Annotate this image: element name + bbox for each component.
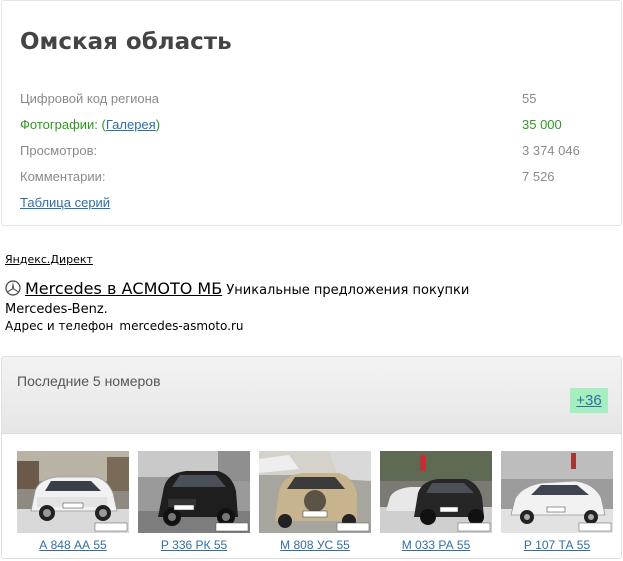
- plate-number-link[interactable]: Р 336 РК 55: [138, 538, 250, 552]
- stat-label: Цифровой код региона: [20, 91, 159, 106]
- plate-item[interactable]: Р 336 РК 55: [138, 451, 250, 552]
- stat-value: 35 000: [522, 117, 562, 132]
- series-table-link[interactable]: Таблица серий: [20, 195, 110, 210]
- page-title: Омская область: [20, 29, 232, 55]
- latest-title: Последние 5 номеров: [17, 373, 161, 389]
- stat-label: Просмотров:: [20, 143, 98, 158]
- stat-label-suffix: ): [155, 117, 161, 132]
- plate-number-link[interactable]: Р 107 ТА 55: [501, 538, 613, 552]
- latest-header: Последние 5 номеров +36: [2, 357, 621, 434]
- latest-plates-card: Последние 5 номеров +36 А 848 АА 55 Р 33…: [1, 356, 622, 559]
- mercedes-star-icon: [5, 280, 21, 296]
- plate-item[interactable]: М 033 РА 55: [380, 451, 492, 552]
- region-card: Омская область Цифровой код региона 55 Ф…: [1, 0, 622, 226]
- plate-number-link[interactable]: М 033 РА 55: [380, 538, 492, 552]
- plate-number-link[interactable]: М 808 УС 55: [259, 538, 371, 552]
- ad-line: Mercedes в АСМОТО МБ Уникальные предложе…: [5, 279, 525, 319]
- car-photo[interactable]: [138, 451, 250, 533]
- more-plates-button[interactable]: +36: [570, 388, 608, 413]
- car-photo[interactable]: [380, 451, 492, 533]
- car-photo[interactable]: [501, 451, 613, 533]
- car-photo[interactable]: [17, 451, 129, 533]
- ad-title-link[interactable]: Mercedes в АСМОТО МБ: [25, 279, 222, 298]
- stat-value: 3 374 046: [522, 143, 580, 158]
- ad-contacts-label[interactable]: Адрес и телефон: [5, 319, 113, 333]
- gallery-link[interactable]: Галерея: [106, 117, 156, 132]
- stat-region-code: Цифровой код региона 55: [20, 91, 600, 109]
- stat-label: Фотографии: (: [20, 117, 106, 132]
- ad-site-link[interactable]: mercedes-asmoto.ru: [119, 319, 243, 333]
- ad-contacts: Адрес и телефон mercedes-asmoto.ru: [5, 319, 244, 333]
- car-photo[interactable]: [259, 451, 371, 533]
- stat-photos: Фотографии: (Галерея) 35 000: [20, 117, 600, 135]
- stat-comments: Комментарии: 7 526: [20, 169, 600, 187]
- plate-item[interactable]: М 808 УС 55: [259, 451, 371, 552]
- stat-value: 55: [522, 91, 537, 106]
- plate-number-link[interactable]: А 848 АА 55: [17, 538, 129, 552]
- plate-item[interactable]: Р 107 ТА 55: [501, 451, 613, 552]
- plate-item[interactable]: А 848 АА 55: [17, 451, 129, 552]
- ad-source-link[interactable]: Яндекс.Директ: [5, 253, 93, 266]
- stat-value: 7 526: [522, 169, 555, 184]
- stat-views: Просмотров: 3 374 046: [20, 143, 600, 161]
- stat-label: Комментарии:: [20, 169, 106, 184]
